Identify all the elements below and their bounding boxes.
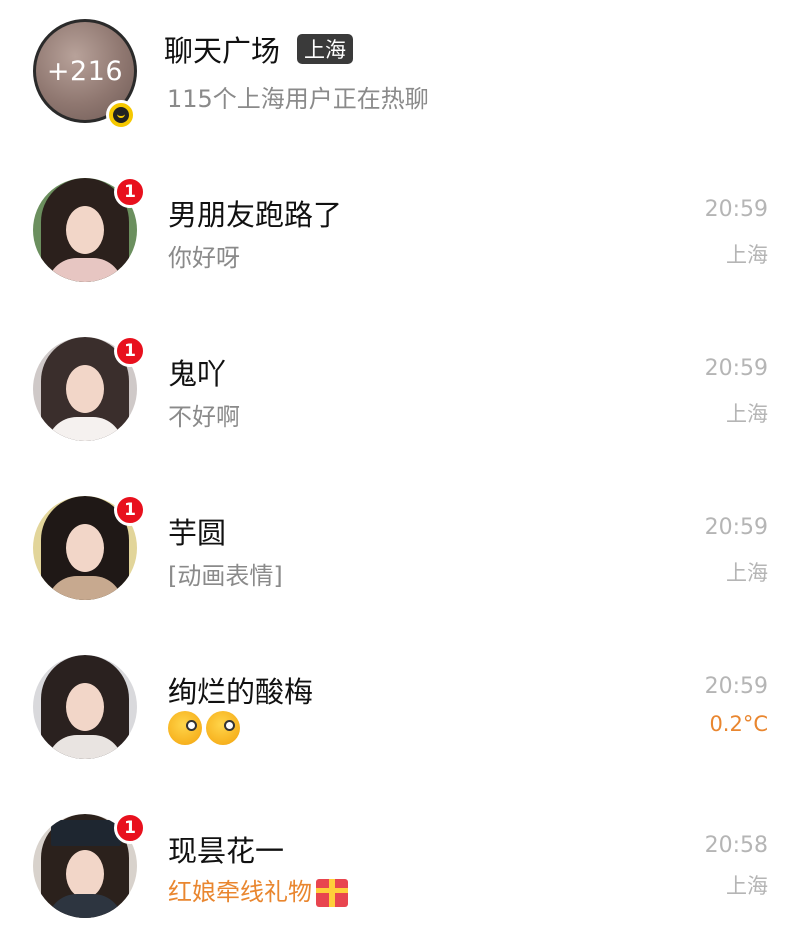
gift-message-text: 红娘牵线礼物 xyxy=(168,878,312,906)
chat-name: 芋圆 xyxy=(168,516,227,550)
chat-time: 20:59 xyxy=(704,674,768,699)
chat-name: 鬼吖 xyxy=(168,357,227,391)
unread-badge: 1 xyxy=(114,494,146,526)
chat-temperature: 0.2°C xyxy=(709,712,768,736)
unread-badge: 1 xyxy=(114,812,146,844)
chat-location: 上海 xyxy=(726,243,768,267)
unread-badge: 1 xyxy=(114,335,146,367)
wink-face-emoji-icon xyxy=(168,711,202,745)
chat-row[interactable]: 1 芋圆 [动画表情] 20:59 上海 xyxy=(0,478,800,628)
plaza-subtitle: 115个上海用户正在热聊 xyxy=(167,85,429,113)
chat-row[interactable]: 1 鬼吖 不好啊 20:59 上海 xyxy=(0,319,800,469)
plaza-title: 聊天广场 xyxy=(164,34,281,68)
city-tag: 上海 xyxy=(297,34,353,64)
wink-face-emoji-icon xyxy=(206,711,240,745)
chat-row[interactable]: 1 现昙花一 红娘牵线礼物 20:58 上海 xyxy=(0,796,800,946)
chat-last-message: 你好呀 xyxy=(168,244,240,272)
chat-time: 20:58 xyxy=(704,833,768,858)
avatar xyxy=(33,655,137,759)
chat-name: 男朋友跑路了 xyxy=(168,198,343,232)
chat-last-message xyxy=(168,711,244,745)
chat-location: 上海 xyxy=(726,402,768,426)
chat-time: 20:59 xyxy=(704,197,768,222)
smile-badge-icon xyxy=(106,100,136,130)
chat-row[interactable]: 绚烂的酸梅 20:59 0.2°C xyxy=(0,637,800,787)
chat-name: 绚烂的酸梅 xyxy=(168,675,314,709)
unread-badge: 1 xyxy=(114,176,146,208)
chat-time: 20:59 xyxy=(704,515,768,540)
chat-row[interactable]: 1 男朋友跑路了 你好呀 20:59 上海 xyxy=(0,160,800,310)
chat-name: 现昙花一 xyxy=(168,834,285,868)
gift-icon xyxy=(316,879,348,907)
chat-last-message: 红娘牵线礼物 xyxy=(168,872,348,907)
chat-location: 上海 xyxy=(726,561,768,585)
chat-last-message: [动画表情] xyxy=(168,562,283,590)
chat-time: 20:59 xyxy=(704,356,768,381)
chat-plaza-entry[interactable]: +216 聊天广场 上海 115个上海用户正在热聊 xyxy=(0,0,800,150)
plaza-user-count: +216 xyxy=(46,55,124,87)
chat-last-message: 不好啊 xyxy=(168,403,240,431)
